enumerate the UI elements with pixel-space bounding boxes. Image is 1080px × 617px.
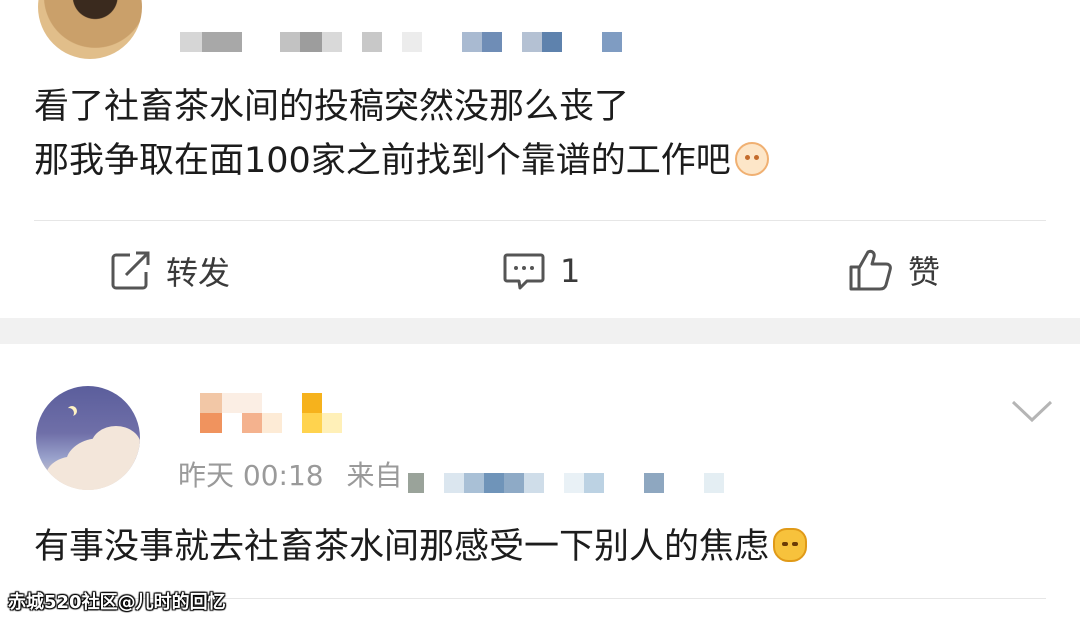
post2-meta: 昨天 00:18 来自	[178, 454, 403, 494]
repost-button[interactable]: 转发	[110, 248, 230, 294]
cat-emoji	[773, 528, 808, 562]
username-post1-blurred[interactable]	[180, 32, 630, 52]
avatar-post2[interactable]	[36, 386, 140, 490]
post1-text-line2-content: 那我争取在面100家之前找到个靠谱的工作吧	[34, 141, 731, 181]
avatar-post1[interactable]	[38, 0, 142, 59]
post2-body: 有事没事就去社畜茶水间那感受一下别人的焦虑	[34, 520, 808, 574]
like-label: 赞	[908, 253, 941, 291]
divider	[34, 220, 1046, 221]
post2-time: 昨天 00:18	[178, 459, 324, 492]
post2-source-prefix: 来自	[346, 459, 403, 492]
post2-text: 有事没事就去社畜茶水间那感受一下别人的焦虑	[34, 527, 770, 567]
post1-text-line1: 看了社畜茶水间的投稿突然没那么丧了	[34, 87, 630, 127]
comment-button[interactable]: 1	[502, 248, 580, 294]
post1-text-line2: 那我争取在面100家之前找到个靠谱的工作吧	[34, 134, 769, 188]
post2-source-blurred[interactable]	[408, 473, 738, 493]
comment-count: 1	[560, 252, 581, 290]
watermark: 赤城520社区@儿时的回忆	[8, 592, 226, 613]
username-post2-blurred[interactable]	[200, 393, 350, 433]
chevron-down-icon[interactable]	[1010, 398, 1054, 424]
repost-label: 转发	[166, 254, 231, 292]
like-icon	[849, 249, 892, 291]
comment-icon	[503, 253, 545, 290]
section-separator	[0, 318, 1080, 344]
like-button[interactable]: 赞	[848, 246, 940, 294]
repost-icon	[111, 251, 150, 290]
sad-face-emoji	[734, 142, 769, 176]
post1-body: 看了社畜茶水间的投稿突然没那么丧了 那我争取在面100家之前找到个靠谱的工作吧	[34, 80, 769, 188]
